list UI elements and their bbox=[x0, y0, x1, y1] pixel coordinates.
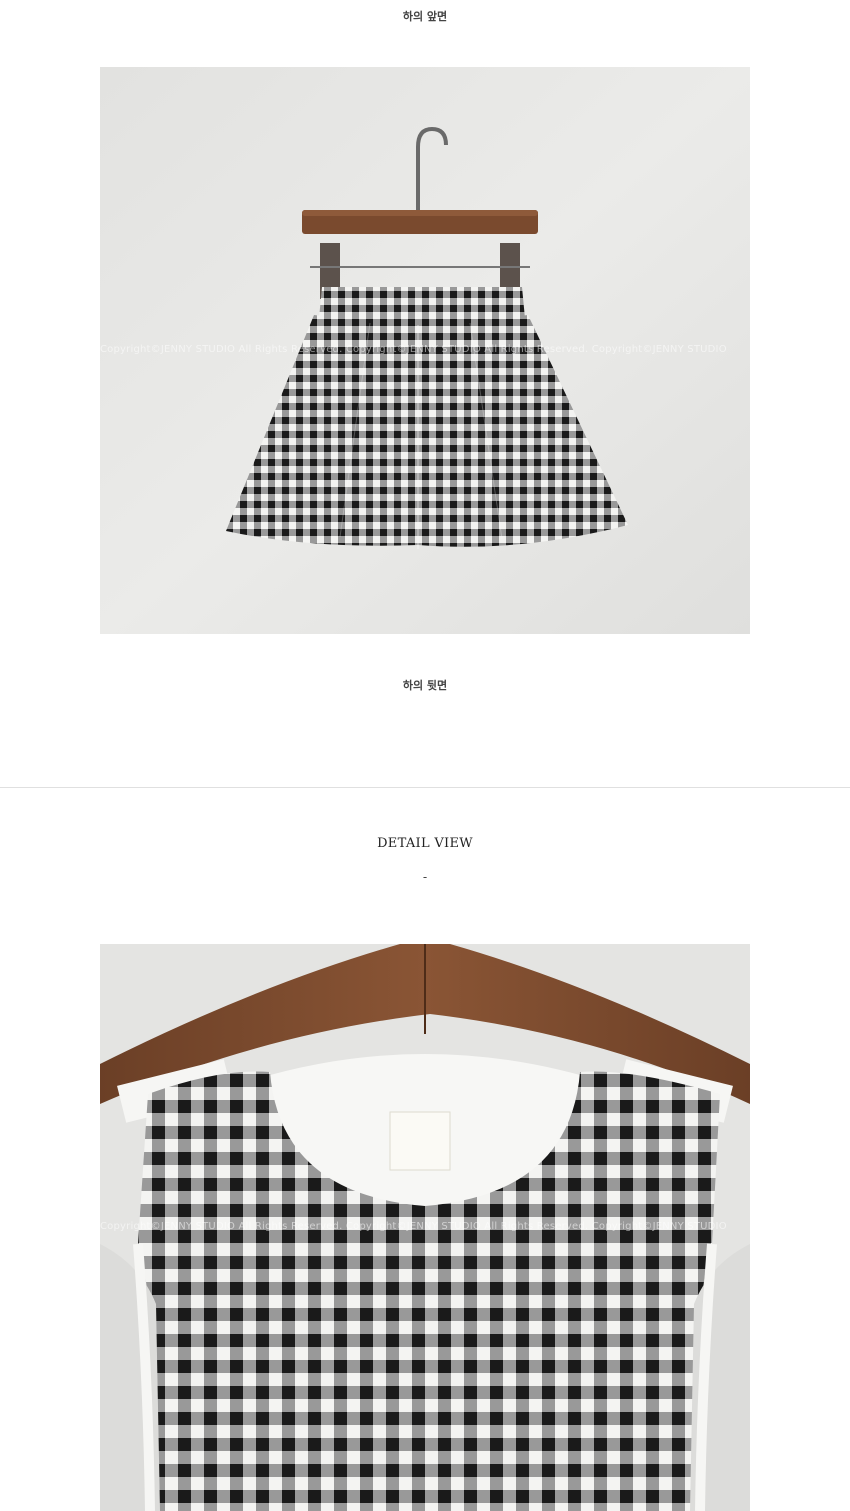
detail-view-title: DETAIL VIEW bbox=[377, 836, 473, 851]
product-photo-top-detail: Copyright©JENNY STUDIO All Rights Reserv… bbox=[100, 944, 750, 1511]
watermark-text: Copyright©JENNY STUDIO All Rights Reserv… bbox=[100, 344, 727, 355]
product-photo-skirt: Copyright©JENNY STUDIO All Rights Reserv… bbox=[100, 67, 750, 634]
section-divider bbox=[0, 787, 850, 788]
detail-view-separator: - bbox=[422, 870, 428, 884]
caption-bottom-front: 하의 앞면 bbox=[402, 10, 448, 23]
watermark-text: Copyright©JENNY STUDIO All Rights Reserv… bbox=[100, 1221, 727, 1232]
caption-bottom-back: 하의 뒷면 bbox=[402, 679, 448, 692]
